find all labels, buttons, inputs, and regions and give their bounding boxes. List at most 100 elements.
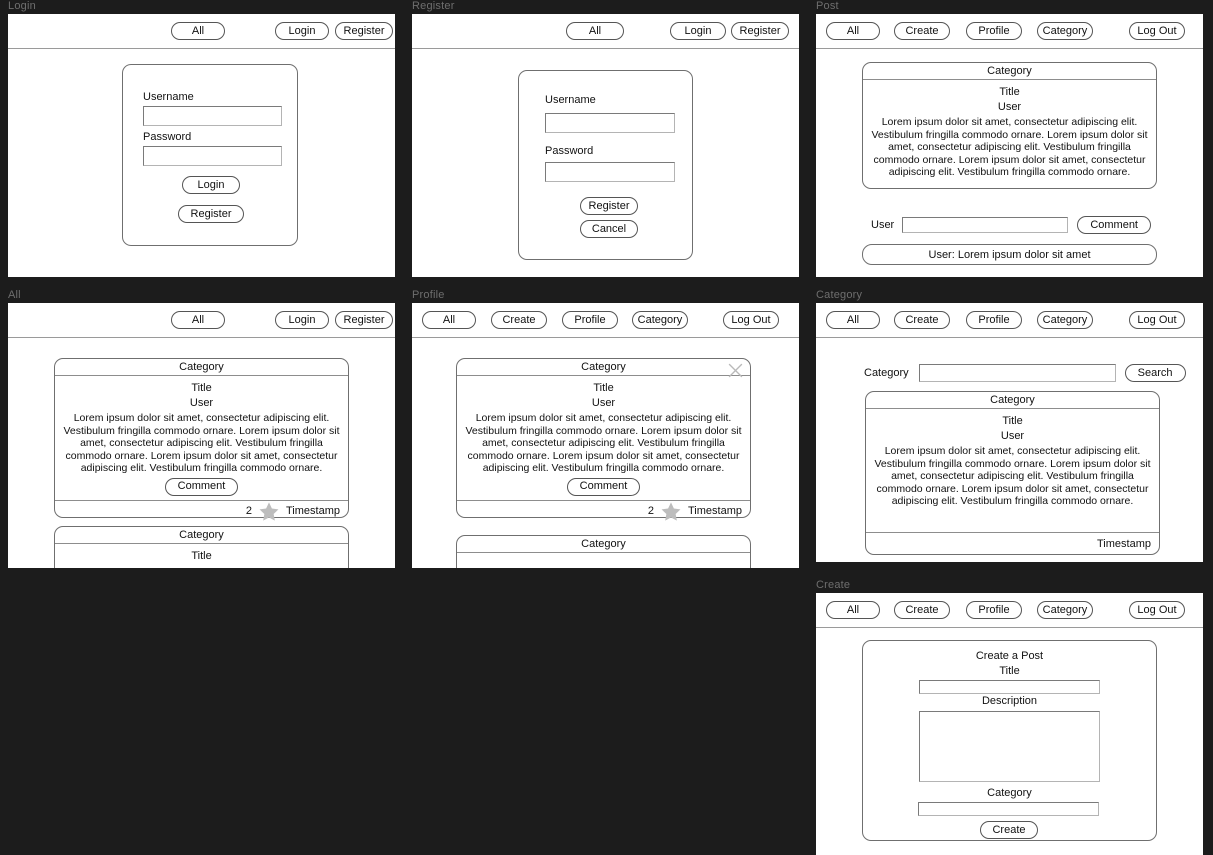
frame-category: Category All Create Profile Category Log… <box>816 289 1203 562</box>
comment-button[interactable]: Comment <box>566 477 641 496</box>
frame-body-post: All Create Profile Category Log Out Cate… <box>816 14 1203 277</box>
post-card-text: Lorem ipsum dolor sit amet, consectetur … <box>465 412 742 475</box>
password-label: Password <box>143 131 192 143</box>
nav-button-logout[interactable]: Log Out <box>1129 311 1185 329</box>
post-card-text: Lorem ipsum dolor sit amet, consectetur … <box>63 412 340 475</box>
post-card-category-label: Category <box>581 361 626 373</box>
nav-button-profile[interactable]: Profile <box>966 311 1022 329</box>
post-card: Category Title User Lorem ipsum dolor si… <box>54 358 349 521</box>
frame-body-login: All Login Register Username Password Log… <box>8 14 395 277</box>
post-card-category: Category <box>457 536 750 553</box>
nav-button-register[interactable]: Register <box>335 22 393 40</box>
nav-button-all[interactable]: All <box>171 311 225 329</box>
nav-button-logout[interactable]: Log Out <box>1129 601 1185 619</box>
comment-form-row: User Comment <box>871 216 1151 234</box>
frame-label-profile: Profile <box>412 289 445 301</box>
nav-button-profile[interactable]: Profile <box>966 22 1022 40</box>
post-card-category: Category <box>866 392 1159 409</box>
title-input[interactable] <box>919 680 1100 694</box>
comment-button[interactable]: Comment <box>164 477 239 496</box>
post-card-category: Category <box>55 359 348 376</box>
password-label: Password <box>545 145 594 157</box>
nav-button-all[interactable]: All <box>826 311 880 329</box>
username-input[interactable] <box>545 113 675 133</box>
frame-create: Create All Create Profile Category Log O… <box>816 579 1203 855</box>
password-input[interactable] <box>143 146 282 166</box>
nav-button-login[interactable]: Login <box>670 22 726 40</box>
navbar-profile: All Create Profile Category Log Out <box>412 303 799 338</box>
post-card-body: Title User Lorem ipsum dolor sit amet, c… <box>863 80 1156 183</box>
comment-submit-button[interactable]: Comment <box>1077 216 1151 234</box>
post-card-category-label: Category <box>990 394 1035 406</box>
navbar-create: All Create Profile Category Log Out <box>816 593 1203 628</box>
nav-button-category[interactable]: Category <box>632 311 688 329</box>
post-card-user: User <box>591 397 616 409</box>
post-card-body: Title User Lorem ipsum dolor sit amet, c… <box>866 409 1159 512</box>
nav-button-create[interactable]: Create <box>894 22 950 40</box>
category-search-input[interactable] <box>918 364 1116 382</box>
register-submit-button[interactable]: Register <box>580 197 638 215</box>
nav-button-category[interactable]: Category <box>1037 22 1093 40</box>
create-submit-button[interactable]: Create <box>980 821 1038 839</box>
login-register-button[interactable]: Register <box>178 205 244 223</box>
nav-button-logout[interactable]: Log Out <box>1129 22 1185 40</box>
post-card-user: User <box>1000 430 1025 442</box>
nav-button-all[interactable]: All <box>171 22 225 40</box>
username-label: Username <box>545 94 596 106</box>
comment-input[interactable] <box>902 217 1069 233</box>
category-input[interactable] <box>918 802 1099 816</box>
navbar-category: All Create Profile Category Log Out <box>816 303 1203 338</box>
nav-button-login[interactable]: Login <box>275 311 329 329</box>
wireframe-board: Login All Login Register Username Passwo… <box>0 0 1213 855</box>
nav-button-login[interactable]: Login <box>275 22 329 40</box>
frame-label-all: All <box>8 289 21 301</box>
frame-post: Post All Create Profile Category Log Out… <box>816 0 1203 277</box>
nav-button-all[interactable]: All <box>566 22 624 40</box>
register-cancel-button[interactable]: Cancel <box>580 220 638 238</box>
nav-button-register[interactable]: Register <box>731 22 789 40</box>
nav-button-logout[interactable]: Log Out <box>723 311 779 329</box>
nav-button-create[interactable]: Create <box>894 601 950 619</box>
create-post-form-box: Create a Post Title Description Category… <box>862 640 1157 841</box>
post-card-user: User <box>189 397 214 409</box>
nav-button-all[interactable]: All <box>422 311 476 329</box>
post-card-comment-wrap: Comment <box>463 475 744 500</box>
nav-button-create[interactable]: Create <box>491 311 547 329</box>
nav-button-all[interactable]: All <box>826 601 880 619</box>
frame-all: All All Login Register Category Title Us… <box>8 289 395 568</box>
login-submit-button[interactable]: Login <box>182 176 240 194</box>
star-icon[interactable] <box>660 501 682 522</box>
timestamp: Timestamp <box>1097 537 1151 550</box>
star-count: 2 <box>245 505 252 518</box>
post-card-body: Title User Lorem ipsum dolor sit amet, c… <box>457 376 750 500</box>
nav-button-profile[interactable]: Profile <box>966 601 1022 619</box>
post-card: Category Title User Lorem ipsum dolor si… <box>456 358 751 521</box>
close-icon[interactable] <box>727 362 744 379</box>
username-input[interactable] <box>143 106 282 126</box>
nav-button-register[interactable]: Register <box>335 311 393 329</box>
post-card-secondary: Category Title <box>54 526 349 568</box>
description-textarea[interactable] <box>919 711 1100 782</box>
frame-body-register: All Login Register Username Password Reg… <box>412 14 799 277</box>
category-search-button[interactable]: Search <box>1124 364 1186 382</box>
post-card-comment-wrap: Comment <box>61 475 342 500</box>
post-card-body: Title User Lorem ipsum dolor sit amet, c… <box>55 376 348 500</box>
nav-button-profile[interactable]: Profile <box>562 311 618 329</box>
post-card-text: Lorem ipsum dolor sit amet, consectetur … <box>871 116 1148 179</box>
comment-list-item[interactable]: User: Lorem ipsum dolor sit amet <box>862 244 1157 265</box>
password-input[interactable] <box>545 162 675 182</box>
nav-button-create[interactable]: Create <box>894 311 950 329</box>
username-label: Username <box>143 91 194 103</box>
nav-button-all[interactable]: All <box>826 22 880 40</box>
timestamp: Timestamp <box>286 505 340 518</box>
nav-button-category[interactable]: Category <box>1037 311 1093 329</box>
post-card-category-label: Category <box>179 529 224 541</box>
timestamp: Timestamp <box>688 505 742 518</box>
post-card-category: Category <box>863 63 1156 80</box>
nav-button-category[interactable]: Category <box>1037 601 1093 619</box>
frame-label-category: Category <box>816 289 863 301</box>
post-card-title: Title <box>1002 415 1023 427</box>
star-icon[interactable] <box>258 501 280 522</box>
post-card-title: Title <box>999 86 1020 98</box>
register-form-box: Username Password Register Cancel <box>518 70 693 260</box>
